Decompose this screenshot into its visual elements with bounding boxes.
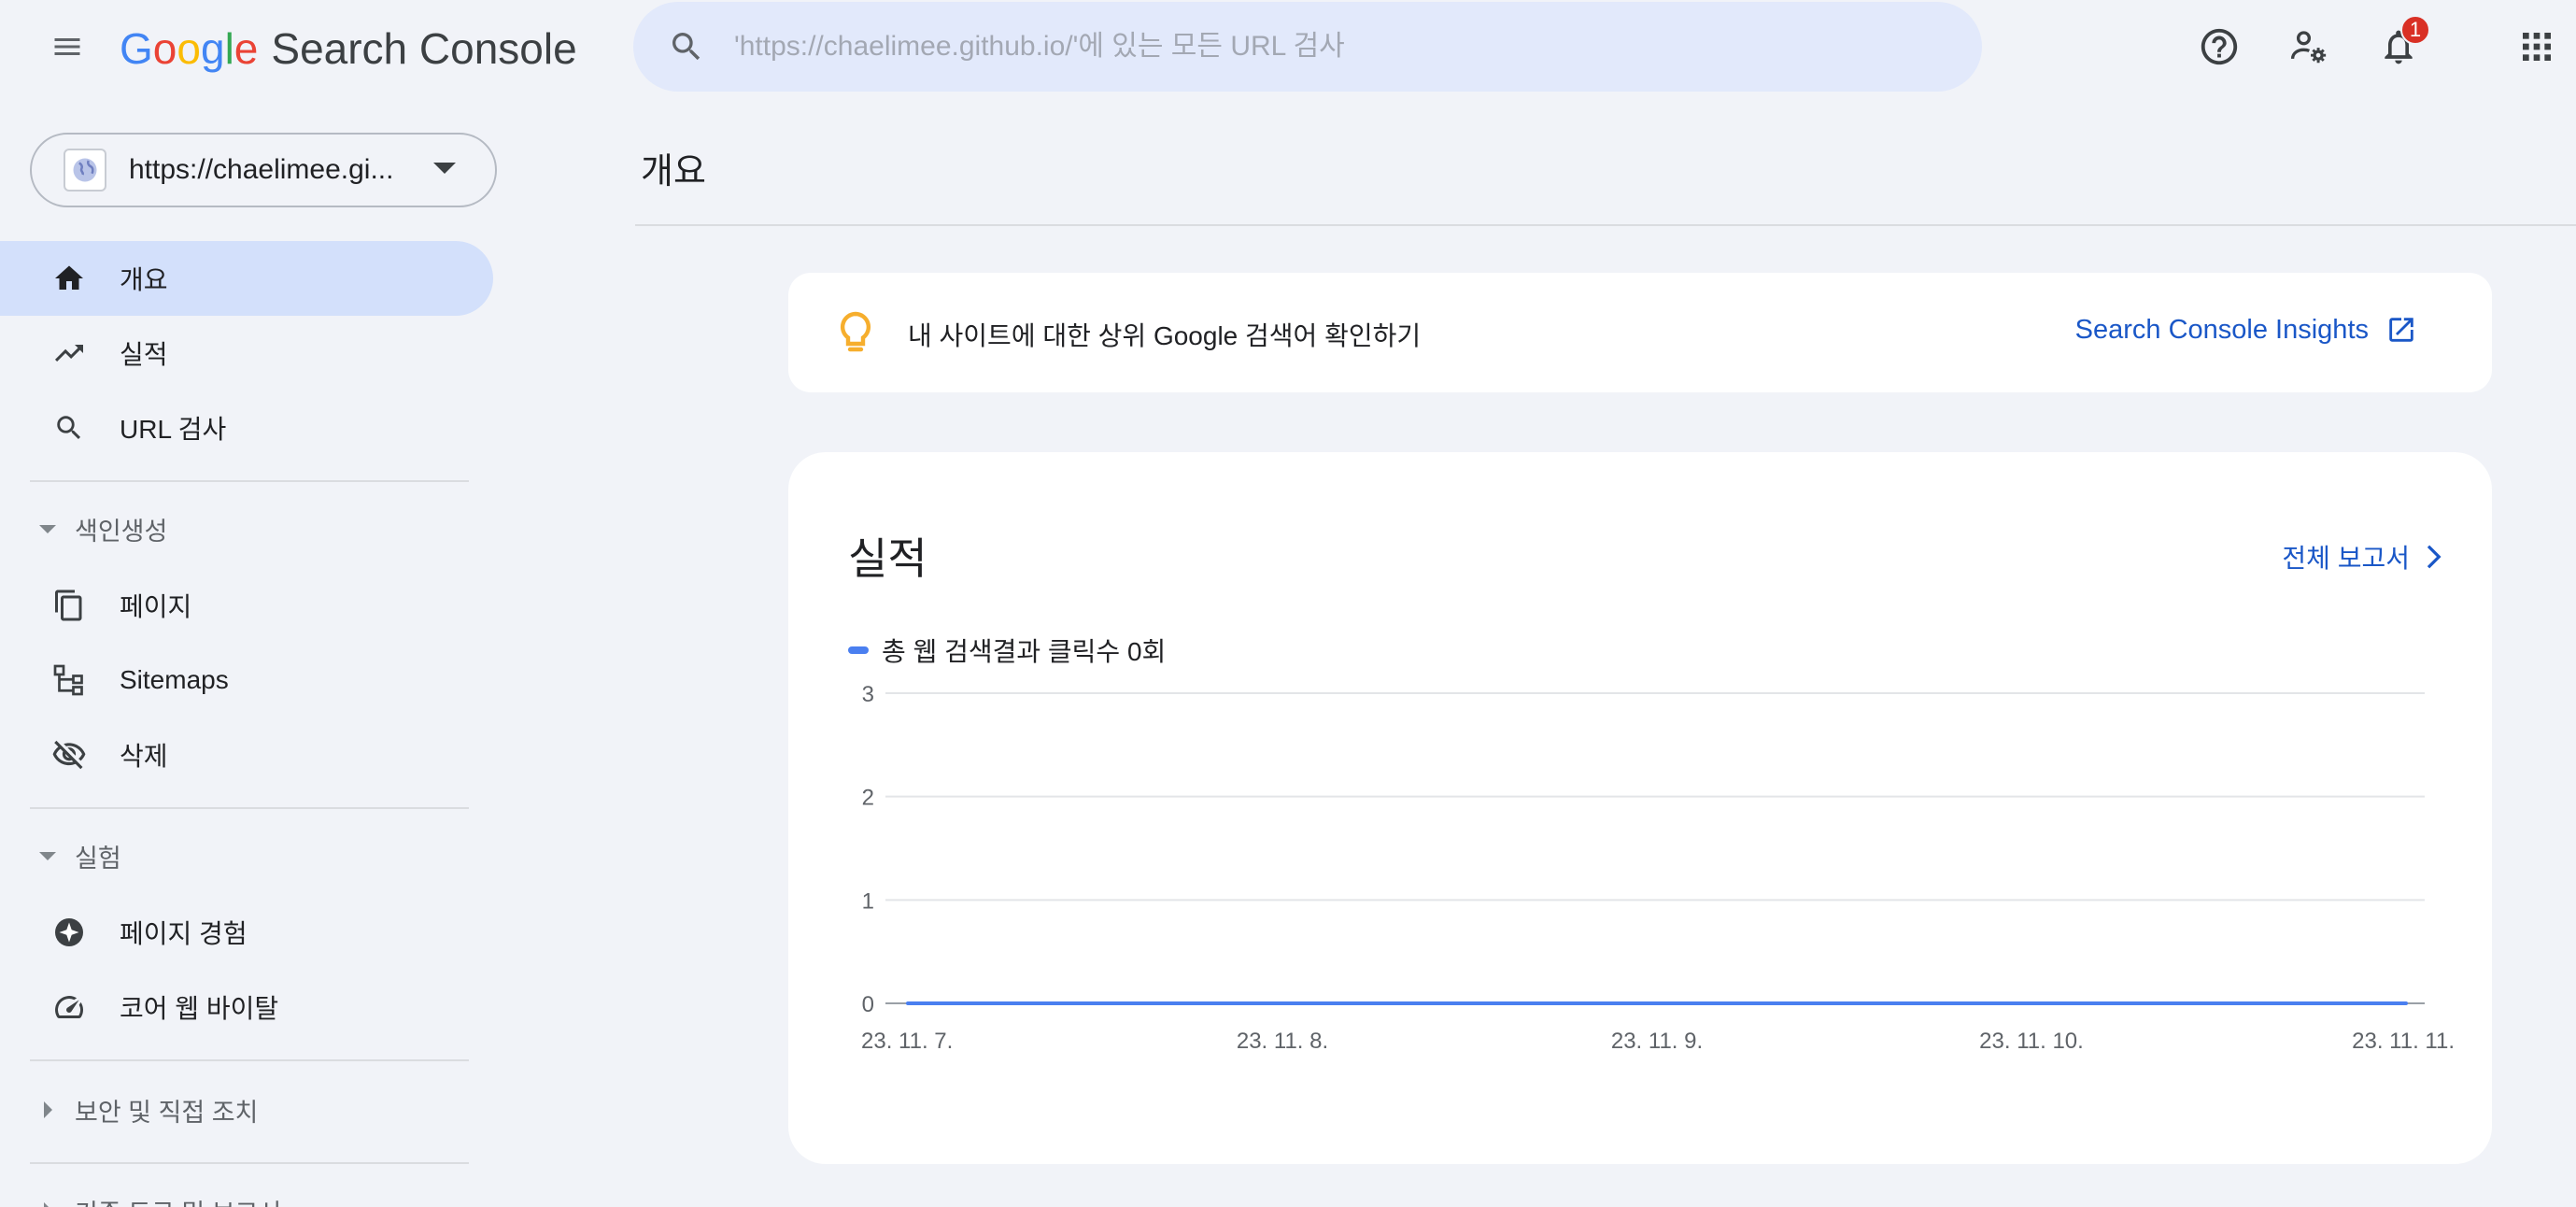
notification-badge: 1 (2400, 15, 2430, 45)
y-tick-label: 2 (862, 786, 874, 811)
caret-right-icon (44, 1202, 52, 1207)
sidebar-item-url-inspection[interactable]: URL 검사 (0, 390, 493, 465)
full-report-link[interactable]: 전체 보고서 (2282, 538, 2443, 575)
manage-users-button[interactable] (2283, 21, 2335, 73)
sidebar-item-label: 실적 (120, 340, 168, 369)
data-point (1655, 1001, 1659, 1005)
apps-icon (2523, 33, 2551, 61)
y-tick-label: 3 (862, 682, 874, 707)
caret-down-icon (39, 525, 56, 533)
trending-up-icon (50, 334, 88, 372)
sidebar-item-page-experience[interactable]: 페이지 경험 (0, 895, 493, 970)
insights-banner-text: 내 사이트에 대한 상위 Google 검색어 확인하기 (908, 321, 1422, 350)
lightbulb-icon (840, 311, 871, 352)
property-selector[interactable]: https://chaelimee.gi... (30, 133, 497, 207)
logo-letter: e (234, 24, 259, 73)
home-icon (50, 260, 88, 297)
section-label: 실험 (75, 844, 121, 873)
section-indexing[interactable]: 색인생성 (0, 501, 493, 557)
open-in-new-icon (2385, 314, 2417, 346)
sidebar-item-overview[interactable]: 개요 (0, 241, 493, 316)
help-button[interactable] (2193, 21, 2245, 73)
caret-right-icon (44, 1101, 52, 1118)
sidebar-item-sitemaps[interactable]: Sitemaps (0, 643, 493, 717)
menu-icon (54, 38, 80, 55)
property-globe-icon (64, 149, 106, 192)
performance-title: 실적 (848, 534, 927, 583)
section-label: 기존 도구 및 보고서 (75, 1193, 281, 1207)
data-point (2404, 1001, 2408, 1005)
insights-link-label: Search Console Insights (2074, 314, 2369, 345)
performance-card: 실적 전체 보고서 총 웹 검색결과 클릭수 0회 0 1 2 3 23. 11. 7.… (788, 452, 2492, 1164)
nav-divider (30, 480, 469, 482)
sidebar-item-performance[interactable]: 실적 (0, 316, 493, 390)
help-icon (2201, 28, 2238, 65)
logo-letter: o (152, 24, 177, 73)
sitemap-icon (50, 661, 88, 699)
url-inspection-search[interactable] (633, 2, 1982, 92)
chevron-right-icon (2423, 543, 2443, 571)
x-tick-label: 23. 11. 8. (1237, 1029, 1328, 1054)
page-title: 개요 (641, 152, 706, 192)
logo-letter: l (224, 24, 234, 73)
y-tick-label: 0 (862, 992, 874, 1017)
top-app-bar: Google Search Console 1 (0, 0, 2576, 93)
logo-product-name: Search Console (271, 24, 577, 73)
caret-down-icon (39, 852, 56, 860)
notifications-button[interactable]: 1 (2372, 15, 2430, 73)
sidebar-item-label: 코어 웹 바이탈 (120, 994, 279, 1023)
section-label: 색인생성 (75, 517, 168, 546)
section-legacy-tools[interactable]: 기존 도구 및 보고서 (0, 1183, 493, 1207)
sidebar-item-label: 페이지 (120, 592, 192, 621)
main-menu-button[interactable] (41, 21, 93, 73)
section-label: 보안 및 직접 조치 (75, 1098, 259, 1127)
section-security-manual-actions[interactable]: 보안 및 직접 조치 (0, 1082, 493, 1138)
y-tick-label: 1 (862, 888, 874, 914)
nav-divider (30, 1059, 469, 1061)
data-point (2030, 1001, 2033, 1005)
data-point (906, 1001, 910, 1005)
manage-users-icon (2290, 31, 2327, 64)
legend-label: 총 웹 검색결과 클릭수 0회 (882, 637, 1167, 666)
sidebar: https://chaelimee.gi... 개요 실적 URL 검사 색인생… (0, 93, 497, 1207)
logo-letter: G (120, 24, 153, 73)
search-icon (50, 409, 88, 447)
legend-swatch (848, 646, 869, 654)
title-divider (635, 224, 2576, 226)
pages-icon (50, 587, 88, 624)
data-point (1281, 1001, 1284, 1005)
speed-gauge-icon (50, 988, 88, 1026)
sidebar-item-label: URL 검사 (120, 415, 227, 444)
sidebar-item-core-web-vitals[interactable]: 코어 웹 바이탈 (0, 970, 493, 1044)
x-tick-label: 23. 11. 7. (861, 1029, 953, 1054)
page-experience-icon (50, 914, 88, 951)
nav-divider (30, 1162, 469, 1164)
sidebar-item-removals[interactable]: 삭제 (0, 717, 493, 792)
search-input[interactable] (734, 31, 1982, 63)
sidebar-item-label: 개요 (120, 265, 168, 294)
sidebar-item-pages[interactable]: 페이지 (0, 568, 493, 643)
sidebar-item-label: 삭제 (120, 742, 168, 771)
insights-banner: 내 사이트에 대한 상위 Google 검색어 확인하기 Search Cons… (788, 273, 2492, 392)
visibility-off-icon (50, 736, 88, 774)
google-apps-button[interactable] (2511, 21, 2563, 73)
search-console-logo[interactable]: Google Search Console (120, 22, 577, 75)
sidebar-item-label: Sitemaps (120, 665, 229, 694)
chevron-down-icon (433, 163, 456, 174)
x-tick-label: 23. 11. 11. (2352, 1029, 2455, 1054)
sidebar-item-label: 페이지 경험 (120, 919, 248, 948)
nav-divider (30, 807, 469, 809)
search-icon[interactable] (663, 23, 710, 70)
x-tick-label: 23. 11. 9. (1611, 1029, 1703, 1054)
full-report-label: 전체 보고서 (2282, 544, 2410, 573)
chart-legend[interactable]: 총 웹 검색결과 클릭수 0회 (848, 632, 1166, 669)
property-url: https://chaelimee.gi... (129, 154, 394, 185)
performance-chart: 0 1 2 3 23. 11. 7. 23. 11. 8. 23. 11. 9. 23. 11… (861, 682, 2455, 1054)
logo-letter: g (200, 24, 225, 73)
logo-letter: o (177, 24, 201, 73)
search-console-insights-link[interactable]: Search Console Insights (2075, 314, 2417, 346)
section-experience[interactable]: 실험 (0, 828, 493, 884)
x-tick-label: 23. 11. 10. (1979, 1029, 2084, 1054)
